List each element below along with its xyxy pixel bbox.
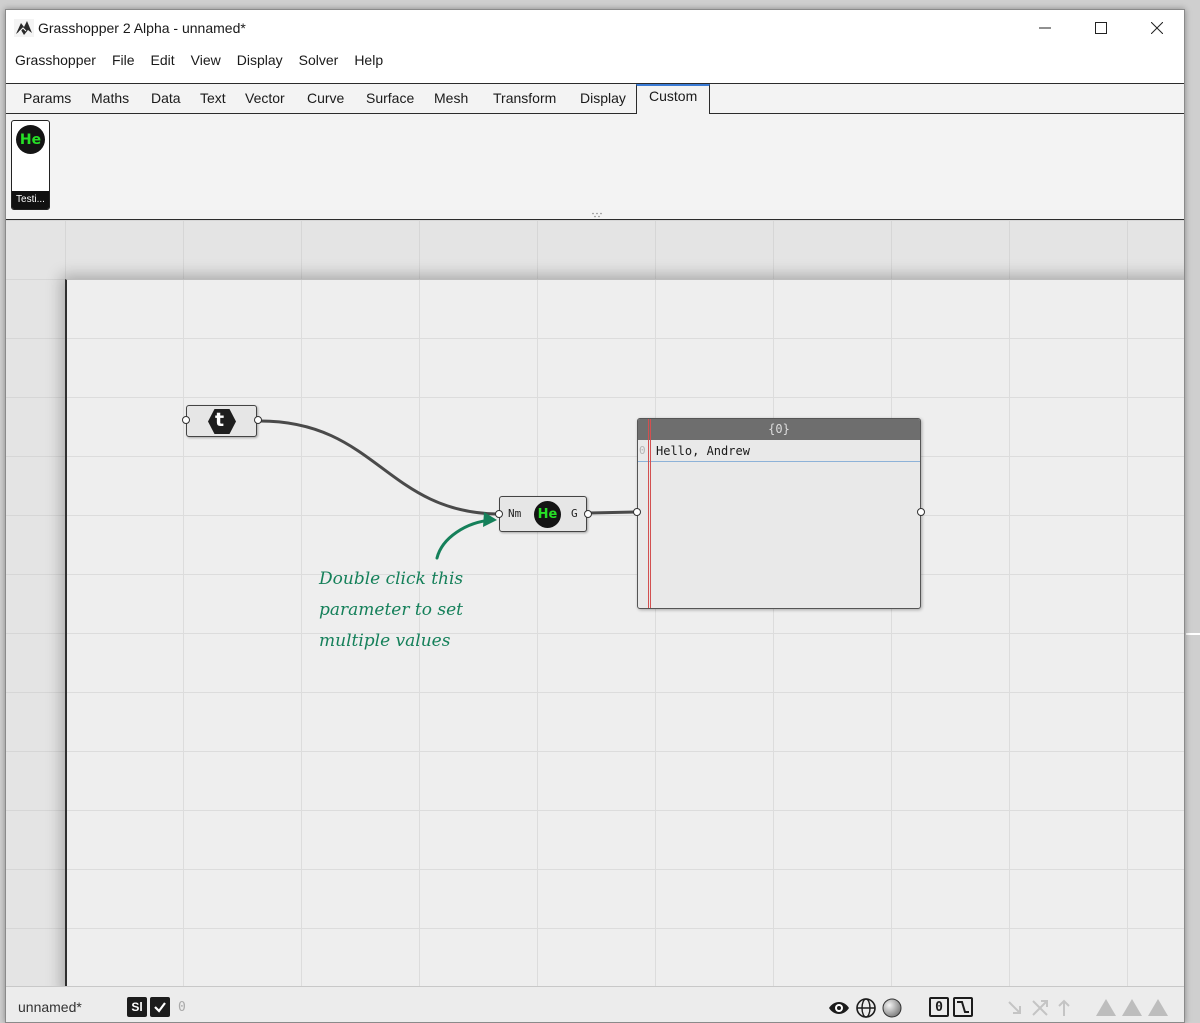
title-bar[interactable]: Grasshopper 2 Alpha - unnamed* — [6, 10, 1184, 46]
background-window-edge — [1186, 633, 1200, 635]
message-count: 0 — [178, 1000, 186, 1015]
panel-margin-line — [648, 419, 651, 608]
tab-display[interactable]: Display — [580, 90, 626, 106]
tab-vector[interactable]: Vector — [245, 90, 285, 106]
window-title: Grasshopper 2 Alpha - unnamed* — [38, 20, 246, 36]
menu-solver[interactable]: Solver — [293, 52, 345, 68]
ribbon-resize-grip-icon[interactable] — [591, 212, 603, 218]
minimize-icon — [1039, 27, 1051, 29]
annotation-note: Double click this parameter to set multi… — [319, 564, 539, 657]
document-name: unnamed* — [18, 999, 82, 1015]
checkmark-icon — [154, 1002, 166, 1013]
text-param-glyph: t — [215, 409, 225, 431]
triangle-icon-2[interactable] — [1122, 999, 1142, 1016]
panel-path-header: {0} — [638, 419, 920, 440]
tab-mesh[interactable]: Mesh — [434, 90, 468, 106]
annotation-line-2: parameter to set — [319, 600, 463, 620]
triangle-icon-3[interactable] — [1148, 999, 1168, 1016]
menu-view[interactable]: View — [185, 52, 227, 68]
menu-file[interactable]: File — [106, 52, 141, 68]
zero-toggle-button[interactable]: 0 — [929, 997, 949, 1017]
ribbon-component-testing[interactable]: He Testi... — [11, 120, 50, 210]
arrow-down-right-icon[interactable] — [1004, 997, 1026, 1019]
graph-toggle-button[interactable] — [953, 997, 973, 1017]
close-icon — [1151, 22, 1163, 34]
menu-edit[interactable]: Edit — [145, 52, 181, 68]
text-parameter[interactable]: t — [182, 405, 262, 437]
arrow-up-icon[interactable] — [1053, 997, 1075, 1019]
checkmark-button[interactable] — [150, 997, 170, 1017]
close-button[interactable] — [1130, 10, 1184, 46]
panel-row-value: Hello, Andrew — [656, 444, 750, 458]
panel-output-port[interactable] — [917, 508, 925, 516]
maximize-button[interactable] — [1074, 10, 1128, 46]
arrows-cross-icon[interactable] — [1029, 997, 1051, 1019]
menu-display[interactable]: Display — [231, 52, 289, 68]
menu-help[interactable]: Help — [348, 52, 389, 68]
globe-icon[interactable] — [855, 997, 877, 1019]
annotation-line-3: multiple values — [319, 631, 451, 651]
graph-icon — [957, 1001, 969, 1013]
desktop: Grasshopper 2 Alpha - unnamed* Grasshopp… — [0, 0, 1200, 1023]
hello-component[interactable]: Nm He G — [495, 496, 592, 532]
panel-row: 0 Hello, Andrew — [638, 440, 920, 462]
tab-custom[interactable]: Custom — [649, 88, 697, 104]
triangle-icon-1[interactable] — [1096, 999, 1116, 1016]
he-component-icon: He — [534, 501, 561, 528]
tab-params[interactable]: Params — [23, 90, 71, 106]
panel-input-port[interactable] — [633, 508, 641, 516]
tab-curve[interactable]: Curve — [307, 90, 344, 106]
panel-row-index: 0 — [639, 444, 646, 457]
output-panel[interactable]: {0} 0 Hello, Andrew — [637, 418, 921, 609]
menu-bar: Grasshopper File Edit View Display Solve… — [6, 46, 1184, 84]
tab-text[interactable]: Text — [200, 90, 226, 106]
component-tab-strip: Params Maths Data Text Vector Curve Surf… — [6, 84, 1184, 115]
tab-data[interactable]: Data — [151, 90, 181, 106]
menu-grasshopper[interactable]: Grasshopper — [9, 52, 102, 68]
tab-surface[interactable]: Surface — [366, 90, 414, 106]
component-ribbon: He Testi... — [6, 114, 1184, 220]
annotation-line-1: Double click this — [319, 569, 464, 589]
he-component-icon: He — [16, 125, 45, 154]
eye-icon[interactable] — [828, 997, 850, 1019]
app-logo-icon — [14, 19, 34, 37]
canvas[interactable]: t Nm He G {0} 0 Hello, Andrew Double cli… — [6, 220, 1184, 986]
tab-transform[interactable]: Transform — [493, 90, 556, 106]
maximize-icon — [1095, 22, 1107, 34]
text-param-output-port[interactable] — [254, 416, 262, 424]
name-input-label[interactable]: Nm — [508, 507, 521, 520]
ribbon-component-label: Testi... — [12, 191, 49, 209]
status-bar: unnamed* Sl 0 0 — [6, 986, 1184, 1022]
sphere-icon[interactable] — [881, 997, 903, 1019]
name-input-port[interactable] — [495, 510, 503, 518]
greeting-output-port[interactable] — [584, 510, 592, 518]
sl-button[interactable]: Sl — [127, 997, 147, 1017]
grasshopper-window: Grasshopper 2 Alpha - unnamed* Grasshopp… — [5, 9, 1185, 1023]
text-param-input-port[interactable] — [182, 416, 190, 424]
minimize-button[interactable] — [1018, 10, 1072, 46]
tab-maths[interactable]: Maths — [91, 90, 129, 106]
canvas-grid[interactable] — [65, 279, 1184, 986]
greeting-output-label[interactable]: G — [571, 507, 578, 520]
